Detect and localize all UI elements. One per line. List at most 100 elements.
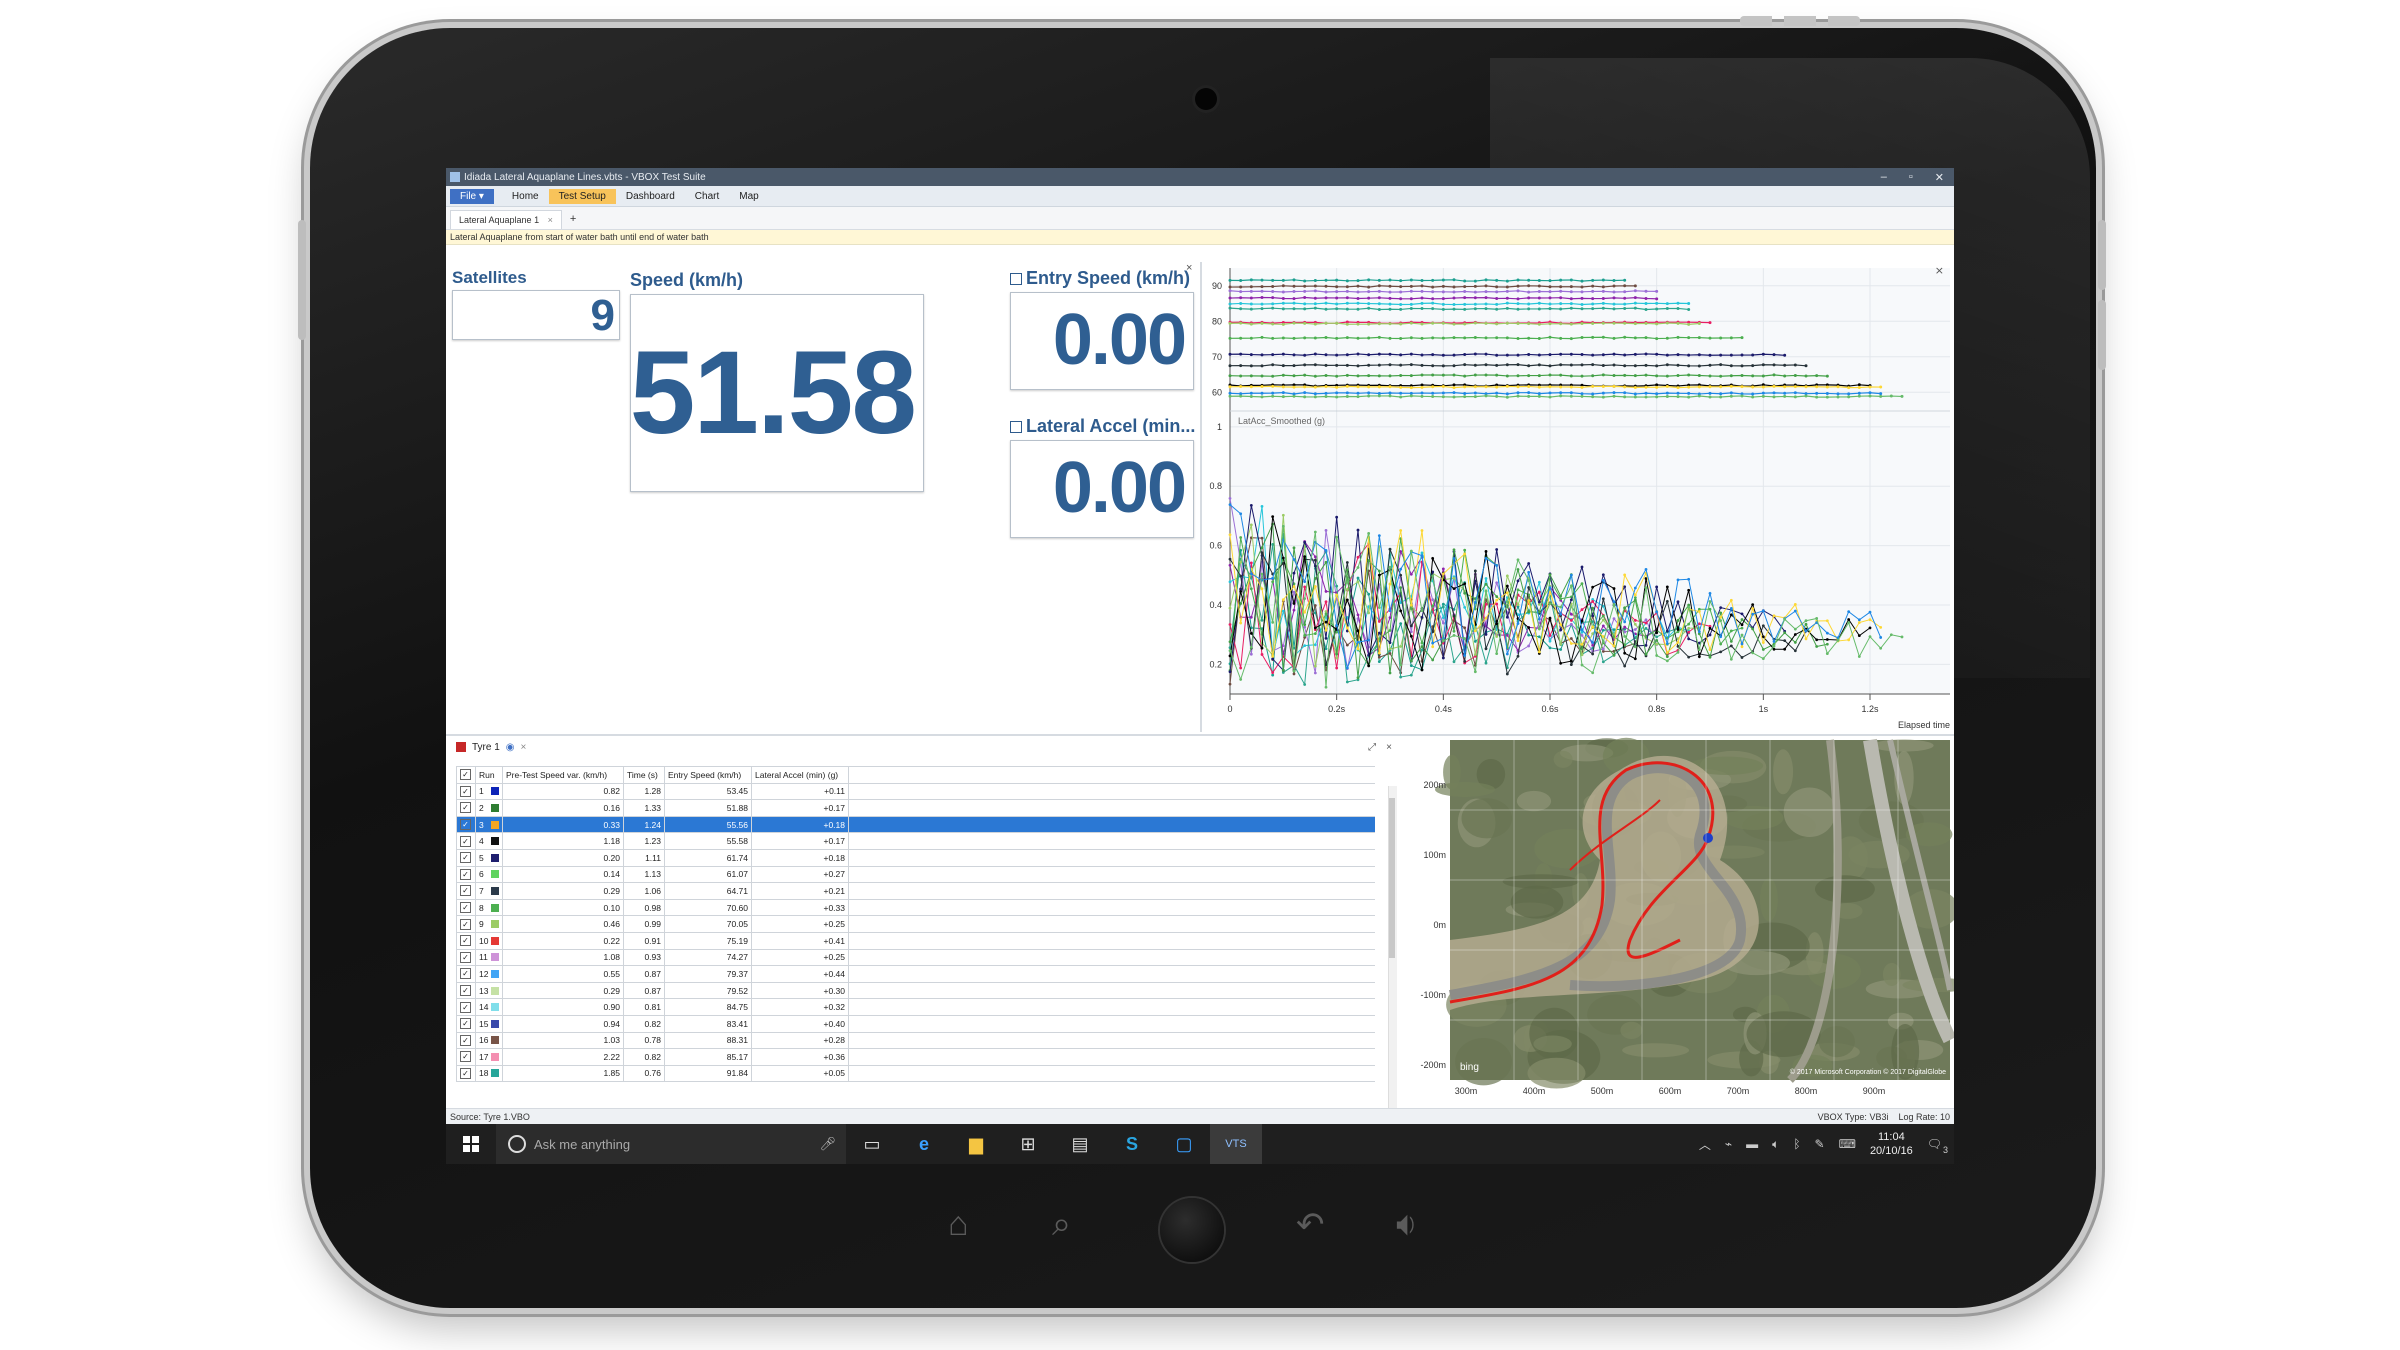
- col-pre-test-speed[interactable]: Pre-Test Speed var. (km/h): [502, 766, 624, 784]
- speed-point: [1313, 289, 1317, 293]
- select-all-checkbox[interactable]: ✓: [456, 766, 476, 784]
- table-row[interactable]: ✓ 15 0.94 0.82 83.41 +0.40: [456, 1014, 1375, 1033]
- row-checkbox[interactable]: ✓: [456, 782, 476, 801]
- cortana-search[interactable]: Ask me anything 🎤︎: [496, 1124, 846, 1164]
- tablet-app-icon[interactable]: ▢: [1158, 1124, 1210, 1164]
- table-row[interactable]: ✓ 14 0.90 0.81 84.75 +0.32: [456, 998, 1375, 1016]
- table-row[interactable]: ✓ 16 1.03 0.78 88.31 +0.28: [456, 1031, 1375, 1050]
- menu-dashboard[interactable]: Dashboard: [616, 189, 685, 204]
- collapse-icon[interactable]: [1010, 273, 1022, 286]
- skype-icon[interactable]: S: [1106, 1124, 1158, 1164]
- table-row[interactable]: ✓ 13 0.29 0.87 79.52 +0.30: [456, 981, 1375, 1000]
- row-checkbox[interactable]: ✓: [456, 865, 476, 884]
- battery-icon[interactable]: ▬: [1746, 1137, 1758, 1151]
- keyboard-icon[interactable]: ⌨: [1839, 1137, 1856, 1151]
- speaker-icon[interactable]: 🔉︎: [1396, 1205, 1417, 1244]
- maximize-button[interactable]: ▫: [1909, 171, 1913, 184]
- store-icon[interactable]: ⊞: [1002, 1124, 1054, 1164]
- start-button[interactable]: [446, 1124, 496, 1164]
- home-icon[interactable]: ⌂: [948, 1205, 969, 1244]
- edge-icon[interactable]: e: [898, 1124, 950, 1164]
- panel-close-icon[interactable]: ×: [1386, 742, 1392, 753]
- row-checkbox[interactable]: ✓: [456, 998, 476, 1016]
- row-checkbox[interactable]: ✓: [456, 1031, 476, 1050]
- row-checkbox[interactable]: ✓: [456, 965, 476, 983]
- col-time[interactable]: Time (s): [623, 766, 665, 784]
- table-row[interactable]: ✓ 11 1.08 0.93 74.27 +0.25: [456, 948, 1375, 967]
- table-row[interactable]: ✓ 4 1.18 1.23 55.58 +0.17: [456, 832, 1375, 850]
- table-row[interactable]: ✓ 5 0.20 1.11 61.74 +0.18: [456, 848, 1375, 867]
- back-icon[interactable]: ↶: [1296, 1205, 1325, 1245]
- table-scroll-thumb[interactable]: [1389, 798, 1395, 958]
- row-checkbox[interactable]: ✓: [456, 931, 476, 950]
- clock[interactable]: 11:04 20/10/16: [1870, 1130, 1913, 1158]
- menu-home[interactable]: Home: [502, 189, 549, 204]
- volume-icon[interactable]: 🔈︎: [1772, 1137, 1779, 1152]
- col-lateral-accel[interactable]: Lateral Accel (min) (g): [751, 766, 849, 784]
- task-view-icon[interactable]: ▭: [846, 1124, 898, 1164]
- speed-point: [1623, 290, 1627, 294]
- file-explorer-icon[interactable]: ▆: [950, 1124, 1002, 1164]
- table-panel-close-icon[interactable]: ×: [521, 742, 527, 753]
- row-checkbox[interactable]: ✓: [456, 981, 476, 1000]
- row-checkbox[interactable]: ✓: [456, 832, 476, 850]
- row-checkbox[interactable]: ✓: [456, 848, 476, 867]
- pen-icon[interactable]: ✎: [1815, 1137, 1825, 1151]
- speed-point: [1623, 278, 1627, 282]
- table-row[interactable]: ✓ 6 0.14 1.13 61.07 +0.27: [456, 865, 1375, 884]
- row-checkbox[interactable]: ✓: [456, 1064, 476, 1083]
- menu-map[interactable]: Map: [729, 189, 768, 204]
- row-checkbox[interactable]: ✓: [456, 1048, 476, 1066]
- chevron-up-icon[interactable]: ︿: [1699, 1136, 1711, 1153]
- table-row[interactable]: ✓ 3 0.33 1.24 55.56 +0.18: [456, 815, 1375, 834]
- network-icon[interactable]: ⌁: [1725, 1137, 1732, 1151]
- col-run[interactable]: Run: [475, 766, 503, 784]
- close-window-button[interactable]: ✕: [1935, 171, 1944, 184]
- menu-test-setup[interactable]: Test Setup: [548, 188, 616, 204]
- chart-close-icon[interactable]: ×: [1935, 264, 1944, 277]
- microphone-icon[interactable]: 🎤︎: [819, 1136, 836, 1152]
- minimize-button[interactable]: –: [1881, 171, 1887, 184]
- app-icon-generic[interactable]: ▤: [1054, 1124, 1106, 1164]
- vehicle-marker[interactable]: [1703, 833, 1713, 843]
- terrain-patch: [1872, 739, 1934, 752]
- bluetooth-icon[interactable]: ᛒ: [1793, 1137, 1800, 1151]
- row-checkbox[interactable]: ✓: [456, 815, 476, 834]
- row-checkbox[interactable]: ✓: [456, 948, 476, 967]
- table-row[interactable]: ✓ 17 2.22 0.82 85.17 +0.36: [456, 1048, 1375, 1066]
- menu-chart[interactable]: Chart: [685, 189, 729, 204]
- table-row[interactable]: ✓ 18 1.85 0.76 91.84 +0.05: [456, 1064, 1375, 1083]
- row-checkbox[interactable]: ✓: [456, 1014, 476, 1033]
- latacc-point: [1377, 534, 1381, 538]
- table-row[interactable]: ✓ 8 0.10 0.98 70.60 +0.33: [456, 898, 1375, 917]
- table-row[interactable]: ✓ 7 0.29 1.06 64.71 +0.21: [456, 882, 1375, 900]
- collapse-icon[interactable]: [1010, 421, 1022, 434]
- tab-lateral-aquaplane[interactable]: Lateral Aquaplane 1 ×: [450, 210, 562, 229]
- search-icon[interactable]: ⌕: [1052, 1205, 1071, 1244]
- row-checkbox[interactable]: ✓: [456, 799, 476, 817]
- add-tab-button[interactable]: +: [562, 209, 584, 229]
- speed-point: [1452, 395, 1456, 399]
- row-checkbox[interactable]: ✓: [456, 882, 476, 900]
- table-row[interactable]: ✓ 12 0.55 0.87 79.37 +0.44: [456, 965, 1375, 983]
- track-map[interactable]: 200m100m0m-100m-200m300m 400m 500m 600m 700m…: [1414, 736, 1954, 1108]
- tab-close-icon[interactable]: ×: [548, 215, 553, 225]
- row-checkbox[interactable]: ✓: [456, 915, 476, 933]
- notifications-icon[interactable]: 🗨︎ 3: [1927, 1137, 1948, 1155]
- table-row[interactable]: ✓ 9 0.46 0.99 70.05 +0.25: [456, 915, 1375, 933]
- table-row[interactable]: ✓ 2 0.16 1.33 51.88 +0.17: [456, 799, 1375, 817]
- speed-point: [1271, 285, 1275, 289]
- col-entry-speed[interactable]: Entry Speed (km/h): [664, 766, 752, 784]
- latacc-point: [1740, 626, 1744, 630]
- table-row[interactable]: ✓ 1 0.82 1.28 53.45 +0.11: [456, 782, 1375, 801]
- expand-icon[interactable]: ⤢: [1368, 742, 1376, 753]
- hardware-home-button[interactable]: [1160, 1198, 1224, 1262]
- settings-icon[interactable]: ◉: [506, 742, 515, 753]
- dashboard-close-icon[interactable]: ×: [1186, 262, 1192, 274]
- table-row[interactable]: ✓ 10 0.22 0.91 75.19 +0.41: [456, 931, 1375, 950]
- latacc-point: [1516, 622, 1520, 625]
- vbox-app-icon[interactable]: VTS: [1210, 1124, 1262, 1164]
- speed-point: [1335, 321, 1339, 325]
- row-checkbox[interactable]: ✓: [456, 898, 476, 917]
- file-menu[interactable]: File ▾: [450, 188, 494, 204]
